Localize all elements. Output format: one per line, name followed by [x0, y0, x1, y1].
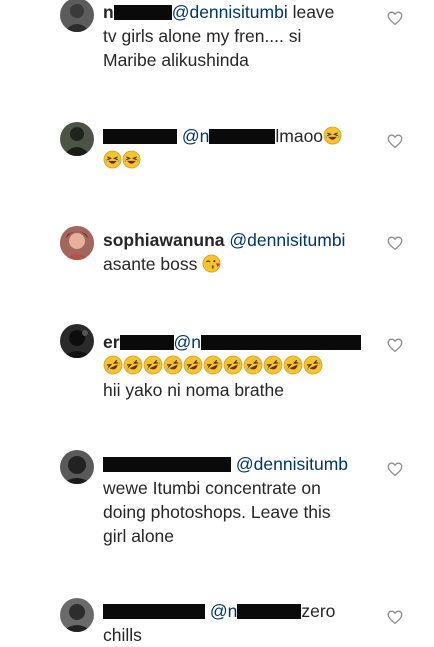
avatar[interactable] [60, 122, 94, 156]
redacted-username [103, 457, 231, 472]
username[interactable]: sophiawanuna [103, 230, 225, 250]
username[interactable]: n [103, 2, 114, 22]
like-heart-icon[interactable] [386, 460, 404, 478]
comment-text: leave [287, 2, 335, 22]
comment-body: n @dennisitumbi leave tv girls alone my f… [103, 0, 378, 72]
comment-text: zero [301, 601, 336, 621]
grinning-squinting-face-emoji [103, 150, 122, 169]
like-heart-icon[interactable] [386, 608, 404, 626]
rolling-on-floor-laughing-emoji [263, 355, 283, 375]
comment-body: er @n hii yako ni noma brathe [103, 330, 378, 402]
redacted-username [119, 335, 174, 350]
rolling-on-floor-laughing-emoji [303, 355, 323, 375]
emoji-row [103, 356, 323, 376]
redacted-mention [237, 604, 302, 619]
comment-text: lmaoo [275, 126, 324, 146]
rolling-on-floor-laughing-emoji [103, 355, 123, 375]
avatar[interactable] [60, 226, 94, 260]
rolling-on-floor-laughing-emoji [283, 355, 303, 375]
rolling-on-floor-laughing-emoji [203, 355, 223, 375]
comment-body: @dennisitumb wewe Itumbi concentrate on … [103, 452, 378, 548]
rolling-on-floor-laughing-emoji [183, 355, 203, 375]
mention-link[interactable]: @n [210, 601, 238, 621]
mention-link[interactable]: @dennisitumbi [172, 2, 288, 22]
comment-text: chills [103, 625, 142, 645]
like-heart-icon[interactable] [386, 132, 404, 150]
rolling-on-floor-laughing-emoji [123, 355, 143, 375]
face-blowing-kiss-emoji [202, 254, 221, 273]
grinning-squinting-face-emoji [122, 150, 141, 169]
rolling-on-floor-laughing-emoji [223, 355, 243, 375]
redacted-username [113, 5, 172, 20]
mention-link[interactable]: @dennisitumbi [229, 230, 345, 250]
comment-body: @n lmaoo [103, 124, 378, 172]
mention-link[interactable]: @n [182, 126, 210, 146]
like-heart-icon[interactable] [386, 336, 404, 354]
comment-body: sophiawanuna @dennisitumbi asante boss [103, 228, 378, 276]
like-heart-icon[interactable] [386, 9, 404, 27]
comment-text: girl alone [103, 526, 175, 546]
comment-text: Maribe alikushinda [103, 50, 249, 70]
mention-link[interactable]: @dennisitumb [236, 454, 348, 474]
redacted-username [103, 604, 205, 619]
grinning-squinting-face-emoji [323, 126, 342, 145]
redacted-username [103, 129, 177, 144]
like-heart-icon[interactable] [386, 234, 404, 252]
comment-text: doing photoshops. Leave this [103, 502, 331, 522]
avatar[interactable] [60, 598, 94, 632]
redacted-mention [209, 129, 276, 144]
comment-text: asante boss [103, 254, 198, 274]
mention-link[interactable]: @n [174, 332, 202, 352]
username[interactable]: er [103, 332, 120, 352]
comment-text: tv girls alone my fren.... si [103, 26, 302, 46]
avatar[interactable] [60, 324, 94, 358]
rolling-on-floor-laughing-emoji [243, 355, 263, 375]
rolling-on-floor-laughing-emoji [143, 355, 163, 375]
redacted-mention [201, 335, 362, 350]
avatar[interactable] [60, 0, 94, 32]
avatar[interactable] [60, 450, 94, 484]
comment-text: hii yako ni noma brathe [103, 380, 284, 400]
rolling-on-floor-laughing-emoji [163, 355, 183, 375]
comment-text: wewe Itumbi concentrate on [103, 478, 321, 498]
